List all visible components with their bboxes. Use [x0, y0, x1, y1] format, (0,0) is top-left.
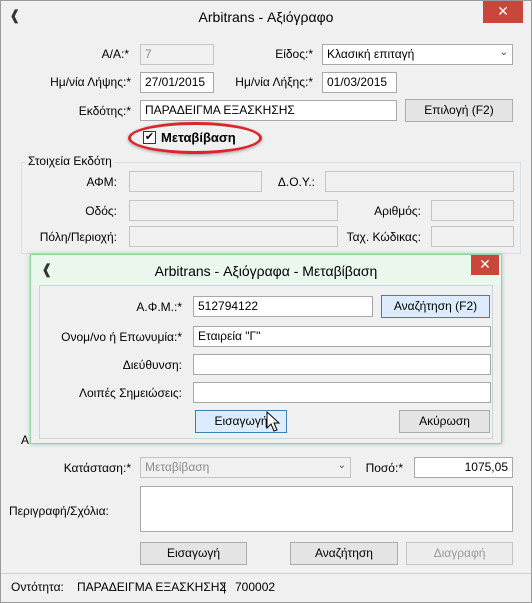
amount-field[interactable]: 1075,05: [414, 457, 513, 478]
dialog-cancel-button[interactable]: Ακύρωση: [399, 410, 490, 433]
street-label: Οδός:: [85, 204, 117, 218]
status-label: Κατάσταση:*: [63, 461, 131, 475]
doy-field: [325, 171, 514, 192]
title-bar: ❰ Arbitrans - Αξιόγραφο ✕: [1, 1, 531, 31]
comments-textarea[interactable]: [140, 486, 513, 532]
status-bar: Οντότητα: ΠΑΡΑΔΕΙΓΜΑ ΕΞΑΣΚΗΣΗΣ | 700002: [1, 573, 531, 602]
chevron-down-icon: ⌄: [499, 47, 508, 58]
dialog-afm-field[interactable]: 512794122: [193, 296, 373, 317]
status-select-value: Μεταβίβαση: [145, 460, 210, 474]
hidden-label: Α: [21, 433, 30, 447]
number-field: [431, 200, 514, 221]
status-select: Μεταβίβαση ⌄: [140, 457, 351, 478]
receive-date-label: Ημ/νία Λήψης:*: [50, 75, 131, 89]
type-label: Είδος:*: [275, 47, 313, 61]
expiry-date-field[interactable]: 01/03/2015: [322, 72, 397, 93]
comments-label: Περιγραφή/Σχόλια:: [9, 504, 109, 518]
city-field: [129, 226, 338, 247]
select-issuer-button[interactable]: Επιλογή (F2): [405, 99, 513, 122]
zip-field: [431, 226, 514, 247]
entity-code: 700002: [235, 580, 276, 594]
aa-field: 7: [140, 44, 214, 65]
search-button[interactable]: Αναζήτηση: [290, 542, 398, 565]
entity-separator: |: [223, 580, 227, 594]
street-field: [129, 200, 338, 221]
dialog-address-label: Διεύθυνση:: [122, 358, 182, 372]
window-title: Arbitrans - Αξιόγραφο: [198, 9, 334, 25]
aa-label: Α/Α:*: [101, 47, 129, 61]
issuer-field[interactable]: ΠΑΡΑΔΕΙΓΜΑ ΕΞΑΣΚΗΣΗΣ: [140, 100, 397, 121]
amount-label: Ποσό:*: [365, 461, 403, 475]
insert-button[interactable]: Εισαγωγή: [140, 542, 247, 565]
number-label: Αριθμός:: [374, 204, 421, 218]
receive-date-field[interactable]: 27/01/2015: [140, 72, 214, 93]
transfer-checkbox-label[interactable]: Μεταβίβαση: [161, 130, 236, 145]
transfer-checkbox[interactable]: ✔: [143, 131, 156, 144]
entity-name: ΠΑΡΑΔΕΙΓΜΑ ΕΞΑΣΚΗΣΗΣ: [77, 580, 227, 594]
afm-field: [129, 171, 262, 192]
issuer-label: Εκδότης:*: [78, 104, 131, 118]
dialog-afm-label: Α.Φ.Μ.:*: [136, 300, 182, 314]
city-label: Πόλη/Περιοχή:: [39, 230, 117, 244]
dialog-title-bar: ❰ Arbitrans - Αξιόγραφα - Μεταβίβαση ✕: [31, 255, 501, 285]
dialog-close-button[interactable]: ✕: [471, 255, 499, 275]
dialog-search-button[interactable]: Αναζήτηση (F2): [381, 295, 490, 318]
issuer-group-title: Στοιχεία Εκδότη: [26, 154, 114, 168]
close-window-button[interactable]: ✕: [483, 1, 523, 23]
dialog-notes-label: Λοιπές Σημειώσεις:: [78, 386, 182, 400]
afm-label: ΑΦΜ:: [86, 175, 117, 189]
close-icon: ✕: [497, 3, 509, 19]
entity-label: Οντότητα:: [11, 580, 64, 594]
chevron-down-icon: ⌄: [337, 460, 346, 471]
dialog-name-field[interactable]: Εταιρεία "Γ": [193, 326, 491, 347]
zip-label: Ταχ. Κώδικας:: [346, 230, 421, 244]
dialog-title: Arbitrans - Αξιόγραφα - Μεταβίβαση: [154, 263, 378, 279]
close-icon: ✕: [479, 256, 491, 272]
dialog-address-field[interactable]: [193, 354, 491, 375]
type-select-value: Κλασική επιταγή: [327, 47, 415, 61]
type-select[interactable]: Κλασική επιταγή ⌄: [322, 44, 513, 65]
doy-label: Δ.Ο.Υ.:: [277, 175, 315, 189]
expiry-date-label: Ημ/νία Λήξης:*: [235, 75, 313, 89]
delete-button: Διαγραφή: [406, 542, 513, 565]
dialog-notes-field[interactable]: [193, 382, 491, 403]
mouse-cursor-icon: [266, 411, 281, 432]
dialog-name-label: Ονομ/νο ή Επωνυμία:*: [61, 330, 182, 344]
